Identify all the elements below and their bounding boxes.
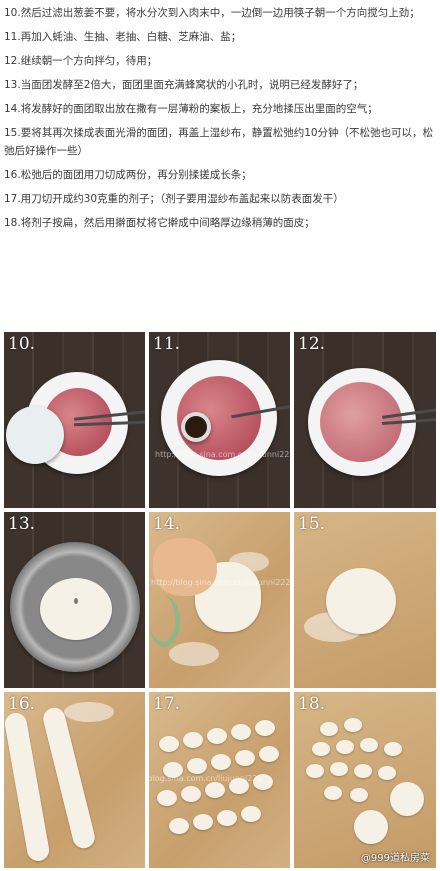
dough-piece xyxy=(235,750,255,766)
water-bowl xyxy=(6,406,64,464)
soy-sauce xyxy=(185,416,207,438)
dough-piece xyxy=(330,762,348,776)
dough-log xyxy=(4,711,51,863)
risen-dough xyxy=(40,578,112,640)
photo-step-16: 16. xyxy=(4,692,145,868)
photo-step-18: 18. @999道私房菜 xyxy=(294,692,436,868)
photo-grid: 10. http://blog.sina.com.cn/liujunni222 … xyxy=(4,332,436,868)
dough-piece xyxy=(169,818,189,834)
smooth-dough xyxy=(326,568,396,634)
step-label: 18. xyxy=(298,694,326,714)
photo-step-13: 13. xyxy=(4,512,145,688)
watermark: http://blog.sina.com.cn/liujunni222 xyxy=(149,774,263,783)
photo-step-17: http://blog.sina.com.cn/liujunni222 17. xyxy=(149,692,290,868)
step-label: 10. xyxy=(8,334,36,354)
dough-piece xyxy=(336,740,354,754)
step-12-text: 12.继续朝一个方向拌匀，待用； xyxy=(4,55,158,67)
dough-piece xyxy=(159,736,179,752)
recipe-steps: 10.然后过滤出葱姜不要，将水分次到入肉末中，一边倒一边用筷子朝一个方向搅匀上劲… xyxy=(4,4,434,238)
dough-piece xyxy=(241,806,261,822)
dough-piece xyxy=(181,786,201,802)
dough-piece xyxy=(205,782,225,798)
dough-piece xyxy=(207,728,227,744)
step-17-text: 17.用刀切开成约30克重的剂子；（剂子要用湿纱布盖起来以防表面发干） xyxy=(4,193,344,205)
step-label: 17. xyxy=(153,694,181,714)
dough-piece xyxy=(231,724,251,740)
step-label: 13. xyxy=(8,514,36,534)
photo-step-14: http://blog.sina.com.cn/liujunni222 14. xyxy=(149,512,290,688)
dough-piece xyxy=(324,786,342,800)
dough-piece xyxy=(312,742,330,756)
flour-dust xyxy=(64,702,114,722)
dough-piece xyxy=(350,788,368,802)
photo-step-11: http://blog.sina.com.cn/liujunni222 11. xyxy=(149,332,290,508)
step-11-text: 11.再加入蚝油、生抽、老抽、白糖、芝麻油、盐； xyxy=(4,31,242,43)
dough-piece xyxy=(187,758,207,774)
dough-piece xyxy=(157,790,177,806)
dumpling-wrapper xyxy=(354,810,388,844)
dough-piece xyxy=(344,718,362,732)
watermark: http://blog.sina.com.cn/liujunni222 xyxy=(155,450,290,459)
flour-dust xyxy=(169,642,219,666)
step-13-text: 13.当面团发酵至2倍大，面团里面充满蜂窝状的小孔时，说明已经发酵好了； xyxy=(4,79,364,91)
step-18-text: 18.将剂子按扁，然后用擀面杖将它擀成中间略厚边缘稍薄的面皮； xyxy=(4,217,315,229)
photo-step-15: 15. xyxy=(294,512,436,688)
step-label: 14. xyxy=(153,514,181,534)
dough-piece xyxy=(378,766,396,780)
watermark: http://blog.sina.com.cn/liujunni222 xyxy=(151,578,290,587)
step-16-text: 16.松弛后的面团用刀切成两份，再分别揉搓成长条； xyxy=(4,169,252,181)
dough-piece xyxy=(384,742,402,756)
source-credit: @999道私房菜 xyxy=(360,853,430,864)
dough-piece xyxy=(259,746,279,762)
step-label: 12. xyxy=(298,334,326,354)
step-label: 11. xyxy=(153,334,181,354)
dough-piece xyxy=(360,738,378,752)
step-14-text: 14.将发酵好的面团取出放在撒有一层薄粉的案板上，充分地揉压出里面的空气； xyxy=(4,103,378,115)
dough-piece xyxy=(255,720,275,736)
dough-piece xyxy=(320,722,338,736)
dough-piece xyxy=(193,814,213,830)
dumpling-wrapper xyxy=(390,782,424,816)
bracelet xyxy=(149,596,180,647)
dough-piece xyxy=(354,764,372,778)
photo-step-10: 10. xyxy=(4,332,145,508)
dough-piece xyxy=(306,764,324,778)
hand xyxy=(153,538,217,596)
step-10-text: 10.然后过滤出葱姜不要，将水分次到入肉末中，一边倒一边用筷子朝一个方向搅匀上劲… xyxy=(4,7,420,19)
dough-piece xyxy=(183,732,203,748)
dough-piece xyxy=(211,754,231,770)
dough-log xyxy=(40,705,98,851)
step-label: 15. xyxy=(298,514,326,534)
photo-step-12: 12. xyxy=(294,332,436,508)
dough-piece xyxy=(217,810,237,826)
dough-hole xyxy=(74,598,78,604)
step-label: 16. xyxy=(8,694,36,714)
step-15-text: 15.要将其再次揉成表面光滑的面团，再盖上湿纱布，静置松弛约10分钟（不松弛也可… xyxy=(4,127,434,157)
